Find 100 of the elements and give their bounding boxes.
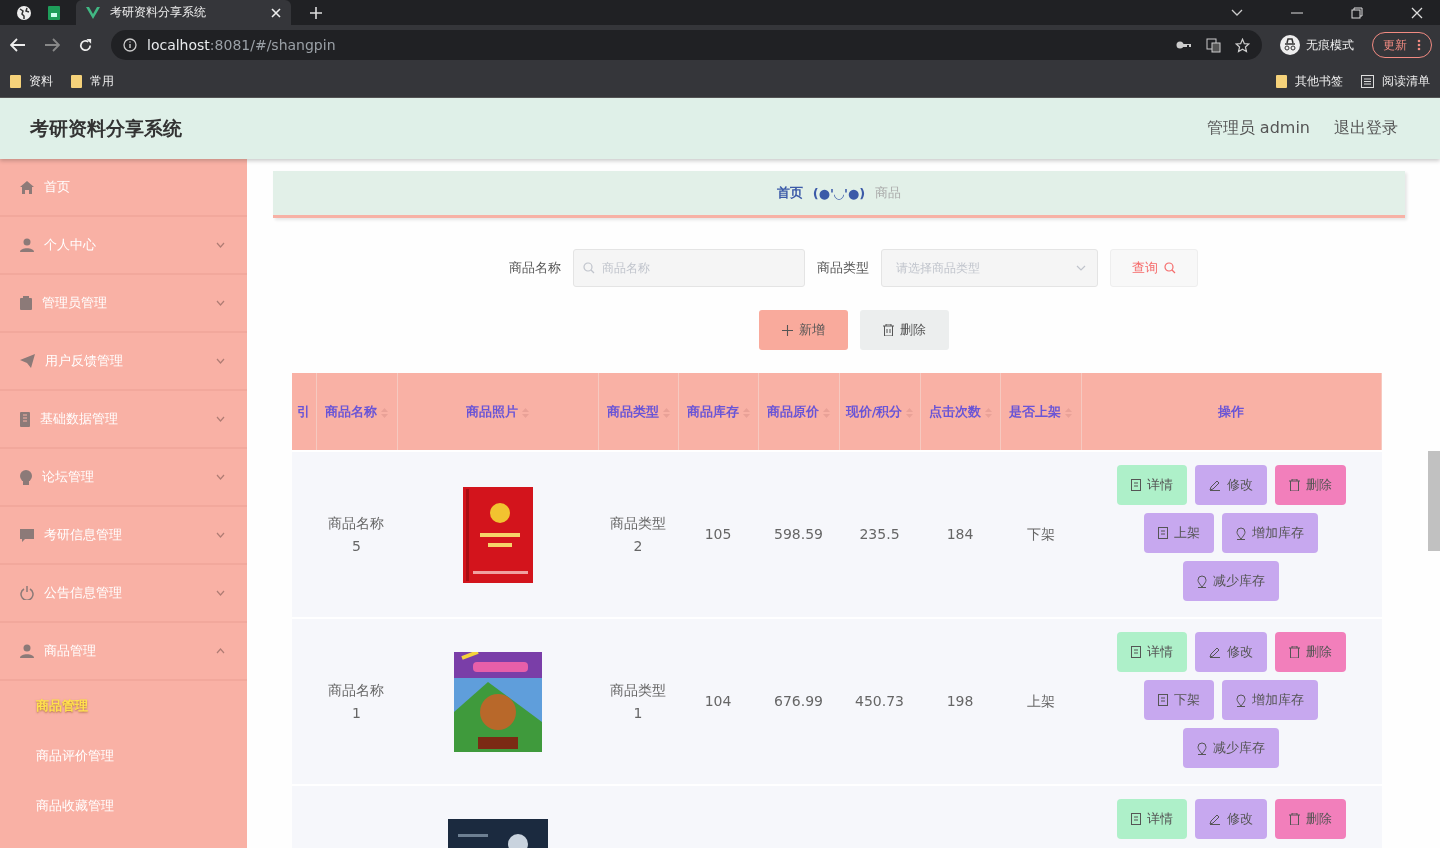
browser-tab[interactable]: 考研资料分享系统 xyxy=(76,0,291,25)
person-icon xyxy=(20,644,34,658)
key-icon[interactable] xyxy=(1176,40,1192,50)
incognito-label: 无痕模式 xyxy=(1306,36,1354,54)
stock-button[interactable]: 减少库存 xyxy=(1183,728,1280,768)
chevron-down-icon xyxy=(216,474,225,480)
trash-icon xyxy=(882,324,894,336)
delete-button[interactable]: 删除 xyxy=(859,310,949,350)
phone-icon xyxy=(20,411,30,427)
edit-button[interactable]: 修改 xyxy=(1194,632,1267,672)
back-icon[interactable] xyxy=(10,38,26,52)
chevron-down-icon xyxy=(216,300,225,306)
delete-button[interactable]: 删除 xyxy=(1274,465,1346,505)
bulb-icon xyxy=(20,469,32,485)
column-header[interactable]: 商品照片 xyxy=(397,373,598,451)
plus-icon xyxy=(781,324,793,336)
logout-link[interactable]: 退出登录 xyxy=(1334,118,1398,139)
update-button[interactable]: 更新 xyxy=(1372,32,1432,58)
delete-button[interactable]: 删除 xyxy=(1274,799,1346,839)
plus-icon[interactable] xyxy=(309,5,323,20)
spreadsheet-icon[interactable] xyxy=(46,4,62,21)
breadcrumb-link[interactable]: 首页 xyxy=(776,184,803,202)
close-icon[interactable] xyxy=(271,7,281,18)
column-header[interactable]: 商品库存 xyxy=(678,373,758,451)
globe-icon[interactable] xyxy=(16,4,32,21)
incognito-badge[interactable]: 无痕模式 xyxy=(1280,35,1354,55)
breadcrumb-current: 商品 xyxy=(875,184,902,202)
document-icon xyxy=(1158,694,1169,706)
document-icon xyxy=(1130,813,1141,825)
name-cell-text: 商品名称5 xyxy=(327,513,386,556)
stock-button[interactable]: 减少库存 xyxy=(1183,561,1280,601)
close-icon[interactable] xyxy=(1411,6,1423,19)
folder-icon xyxy=(71,74,82,88)
search-icon xyxy=(583,262,595,274)
details-button[interactable]: 详情 xyxy=(1116,465,1187,505)
current-price-cell-text: 450.73 xyxy=(855,692,904,711)
reading-list[interactable]: 阅读清单 xyxy=(1361,72,1430,90)
info-icon xyxy=(123,38,137,52)
query-button[interactable]: 查询 xyxy=(1110,249,1198,287)
restore-icon[interactable] xyxy=(1351,6,1363,19)
reload-icon[interactable] xyxy=(78,37,93,53)
shelf-button[interactable]: 上架 xyxy=(1144,513,1215,553)
search-icon xyxy=(1164,262,1176,274)
breadcrumb-separator: (●'◡'●) xyxy=(812,185,866,201)
column-header[interactable]: 点击次数 xyxy=(920,373,1000,451)
price-cell-text: 676.99 xyxy=(774,692,823,711)
chevron-down-icon xyxy=(216,242,225,248)
location-pin-icon xyxy=(1236,693,1247,707)
chevron-down-icon xyxy=(216,532,225,538)
menu-label: 论坛管理 xyxy=(42,468,95,486)
star-icon[interactable] xyxy=(1235,37,1250,53)
column-header[interactable]: 商品原价 xyxy=(758,373,839,451)
chevron-down-icon xyxy=(1076,265,1086,271)
location-pin-icon xyxy=(1197,574,1208,588)
stock-button[interactable]: 增加库存 xyxy=(1222,680,1319,720)
clipboard-icon xyxy=(20,296,32,310)
edit-button[interactable]: 修改 xyxy=(1194,799,1267,839)
bookmark-folder[interactable]: 资料 xyxy=(10,72,53,90)
bookmark-label: 常用 xyxy=(90,72,114,90)
document-icon xyxy=(1130,646,1141,658)
shelf-button[interactable]: 下架 xyxy=(1144,680,1215,720)
type-cell-text: 商品类型2 xyxy=(609,513,667,556)
location-pin-icon xyxy=(1197,741,1208,755)
tab-title: 考研资料分享系统 xyxy=(110,4,207,21)
menu-label: 商品管理 xyxy=(44,642,97,660)
menu-label: 个人中心 xyxy=(44,236,97,254)
column-header[interactable]: 现价/积分 xyxy=(839,373,920,451)
name-cell-text: 商品名称1 xyxy=(327,680,386,723)
scrollbar[interactable] xyxy=(1428,451,1440,551)
edit-button[interactable]: 修改 xyxy=(1194,465,1267,505)
current-price-cell-text: 235.5 xyxy=(859,525,900,544)
add-button[interactable]: 新增 xyxy=(758,310,848,350)
chevron-up-icon xyxy=(216,648,225,654)
chevron-down-icon[interactable] xyxy=(1231,8,1243,17)
column-header[interactable]: 商品类型 xyxy=(598,373,678,451)
column-header[interactable]: 是否上架 xyxy=(1000,373,1081,451)
bookmark-folder[interactable]: 其他书签 xyxy=(1276,72,1343,90)
status-cell-text: 下架 xyxy=(1026,525,1055,544)
location-pin-icon xyxy=(1236,526,1247,540)
forward-icon[interactable] xyxy=(44,38,60,52)
translate-icon[interactable] xyxy=(1206,37,1221,53)
details-button[interactable]: 详情 xyxy=(1116,632,1187,672)
clicks-cell-text: 198 xyxy=(946,692,974,711)
power-icon xyxy=(20,586,34,600)
more-icon xyxy=(1417,39,1421,51)
bookmark-folder[interactable]: 常用 xyxy=(71,72,114,90)
chevron-down-icon xyxy=(216,590,225,596)
stock-button[interactable]: 增加库存 xyxy=(1222,513,1319,553)
delete-button[interactable]: 删除 xyxy=(1274,632,1346,672)
folder-icon xyxy=(1276,74,1287,88)
column-header[interactable]: 商品名称 xyxy=(316,373,397,451)
details-button[interactable]: 详情 xyxy=(1116,799,1187,839)
stock-cell-text: 105 xyxy=(704,525,732,544)
field-label: 商品名称 xyxy=(509,259,561,277)
url-text: localhost:8081/#/shangpin xyxy=(147,37,336,53)
type-cell-text: 商品类型1 xyxy=(609,680,667,723)
minimize-icon[interactable] xyxy=(1291,11,1303,14)
pencil-icon xyxy=(1208,479,1221,491)
address-bar[interactable]: localhost:8081/#/shangpin xyxy=(111,30,1262,60)
bookmark-label: 其他书签 xyxy=(1295,72,1343,90)
